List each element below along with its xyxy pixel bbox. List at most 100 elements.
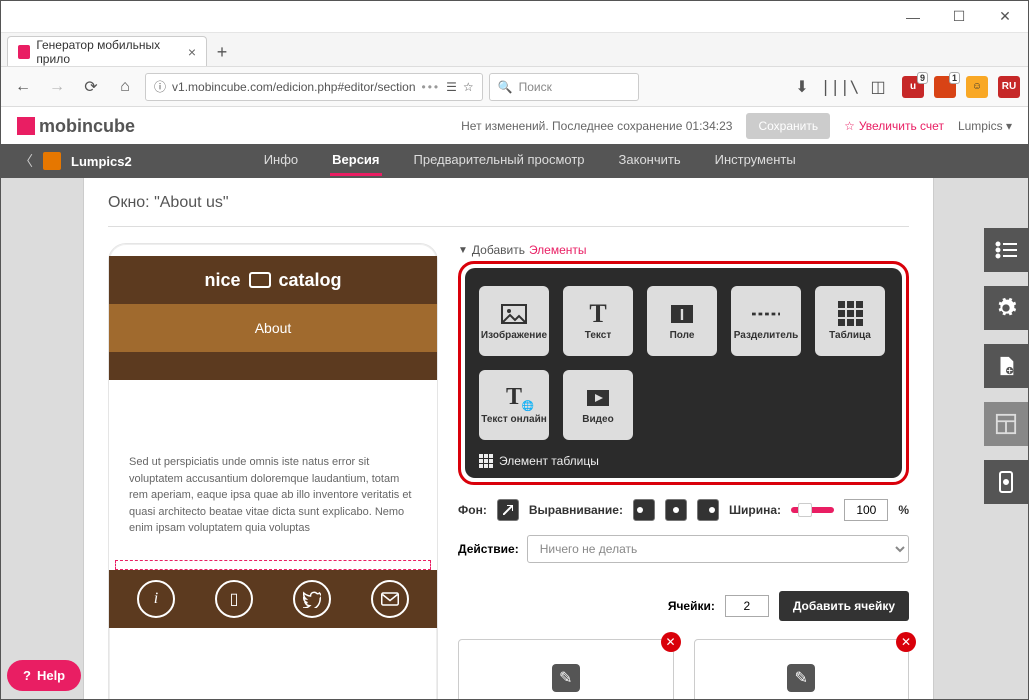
add-cell-button[interactable]: Добавить ячейку	[779, 591, 909, 621]
grid-small-icon	[479, 454, 493, 468]
align-right-button[interactable]	[697, 499, 719, 521]
phone-body-text: Sed ut perspiciatis unde omnis iste natu…	[109, 438, 437, 566]
nav-left: 〈 Lumpics2	[1, 151, 132, 171]
palette-item-table[interactable]: Таблица	[815, 286, 885, 356]
search-placeholder: Поиск	[519, 80, 552, 94]
text-icon: T	[584, 302, 612, 326]
phone-band-dark	[109, 352, 437, 380]
action-label: Действие:	[458, 542, 519, 556]
cell-edit-button[interactable]: ✎	[787, 664, 815, 692]
palette-item-field[interactable]: I Поле	[647, 286, 717, 356]
tab-finish[interactable]: Закончить	[617, 146, 683, 176]
palette-label: Таблица	[829, 330, 871, 341]
palette-label: Текст онлайн	[481, 414, 547, 425]
nav-back-chevron-icon[interactable]: 〈	[19, 151, 33, 171]
phone-device-icon[interactable]: ▯	[215, 580, 253, 618]
extension-smiley-icon[interactable]: ☺	[966, 76, 988, 98]
browser-tab[interactable]: Генератор мобильных прило ×	[7, 36, 207, 66]
extension-lang-icon[interactable]: RU	[998, 76, 1020, 98]
phone-twitter-icon[interactable]	[293, 580, 331, 618]
extension-ublock-icon[interactable]: u9	[902, 76, 924, 98]
logo-mark-icon	[17, 117, 35, 135]
image-icon	[500, 302, 528, 326]
palette-item-text-online[interactable]: T🌐 Текст онлайн	[479, 370, 549, 440]
dock-page-settings-icon[interactable]	[984, 344, 1028, 388]
palette-item-text[interactable]: T Текст	[563, 286, 633, 356]
sidebar-icon[interactable]: ◫	[864, 73, 892, 101]
tab-close-icon[interactable]: ×	[188, 44, 196, 60]
new-tab-button[interactable]: +	[207, 38, 237, 66]
search-icon: 🔍	[498, 80, 513, 94]
tab-info[interactable]: Инфо	[262, 146, 300, 176]
cell-edit-button[interactable]: ✎	[552, 664, 580, 692]
align-label: Выравнивание:	[529, 503, 623, 517]
favicon-icon	[18, 45, 30, 59]
bg-button[interactable]	[497, 499, 519, 521]
element-controls-row: Фон: Выравнивание: Ширина: %	[458, 499, 909, 521]
browser-search-box[interactable]: 🔍 Поиск	[489, 73, 639, 101]
dock-device-icon[interactable]	[984, 460, 1028, 504]
align-left-button[interactable]	[633, 499, 655, 521]
action-row: Действие: Ничего не делать	[458, 535, 909, 563]
brand-logo[interactable]: mobincube	[17, 116, 135, 137]
phone-preview: nice catalog About Sed ut perspiciatis u…	[108, 243, 438, 699]
help-button[interactable]: ? Help	[7, 660, 81, 691]
divider	[108, 226, 909, 227]
nav-forward-button[interactable]: →	[43, 73, 71, 101]
palette-item-video[interactable]: Видео	[563, 370, 633, 440]
app-header: mobincube Нет изменений. Последнее сохра…	[1, 108, 1028, 144]
download-icon[interactable]: ⬇	[788, 73, 816, 101]
palette-highlight: Изображение T Текст I Поле	[458, 261, 909, 485]
dock-list-icon[interactable]	[984, 228, 1028, 272]
phone-mail-icon[interactable]	[371, 580, 409, 618]
table-cell[interactable]: ✕ ✎	[694, 639, 910, 699]
phone-about-band: About	[109, 304, 437, 352]
app-name[interactable]: Lumpics2	[71, 154, 132, 169]
user-menu[interactable]: Lumpics ▾	[958, 119, 1012, 133]
window-title: Окно: "About us"	[108, 194, 909, 212]
upgrade-link[interactable]: ☆ Увеличить счет	[844, 119, 944, 133]
url-bar[interactable]: ⓘ v1.mobincube.com/edicion.php#editor/se…	[145, 73, 483, 101]
library-icon[interactable]: |||\	[826, 73, 854, 101]
window-maximize-button[interactable]: ☐	[936, 1, 982, 32]
more-icon[interactable]: •••	[422, 80, 441, 94]
width-input[interactable]	[844, 499, 888, 521]
cell-delete-button[interactable]: ✕	[896, 632, 916, 652]
palette-label: Изображение	[481, 330, 547, 341]
width-slider[interactable]	[791, 507, 834, 513]
action-select[interactable]: Ничего не делать	[527, 535, 909, 563]
palette-label: Видео	[582, 414, 613, 425]
align-center-button[interactable]	[665, 499, 687, 521]
save-button[interactable]: Сохранить	[746, 113, 830, 139]
nav-back-button[interactable]: ←	[9, 73, 37, 101]
tab-preview[interactable]: Предварительный просмотр	[412, 146, 587, 176]
toolbar-right-icons: ⬇ |||\ ◫ u9 1 ☺ RU	[788, 73, 1020, 101]
cell-delete-button[interactable]: ✕	[661, 632, 681, 652]
add-element-toggle[interactable]: ▼ Добавить Элементы	[458, 243, 909, 257]
phone-info-icon[interactable]: i	[137, 580, 175, 618]
width-label: Ширина:	[729, 503, 781, 517]
phone-logo-icon	[249, 272, 271, 288]
help-icon: ?	[23, 668, 31, 683]
nav-tabs: Инфо Версия Предварительный просмотр Зак…	[262, 146, 798, 176]
bookmark-icon[interactable]: ☆	[463, 80, 474, 94]
window-minimize-button[interactable]: ―	[890, 1, 936, 32]
reader-icon[interactable]: ☰	[446, 80, 457, 94]
star-icon: ☆	[844, 119, 855, 133]
window-close-button[interactable]: ✕	[982, 1, 1028, 32]
extension-b-icon[interactable]: 1	[934, 76, 956, 98]
tab-tools[interactable]: Инструменты	[713, 146, 798, 176]
phone-band-white	[109, 380, 437, 438]
cells-label: Ячейки:	[668, 599, 715, 613]
palette-item-image[interactable]: Изображение	[479, 286, 549, 356]
cells-input[interactable]	[725, 595, 769, 617]
dock-settings-icon[interactable]	[984, 286, 1028, 330]
home-button[interactable]: ⌂	[111, 73, 139, 101]
reload-button[interactable]: ⟳	[77, 73, 105, 101]
palette-label: Разделитель	[734, 330, 799, 341]
table-cell[interactable]: ✕ ✎	[458, 639, 674, 699]
dock-layout-icon[interactable]	[984, 402, 1028, 446]
bg-label: Фон:	[458, 503, 487, 517]
tab-version[interactable]: Версия	[330, 146, 381, 176]
palette-item-divider[interactable]: Разделитель	[731, 286, 801, 356]
